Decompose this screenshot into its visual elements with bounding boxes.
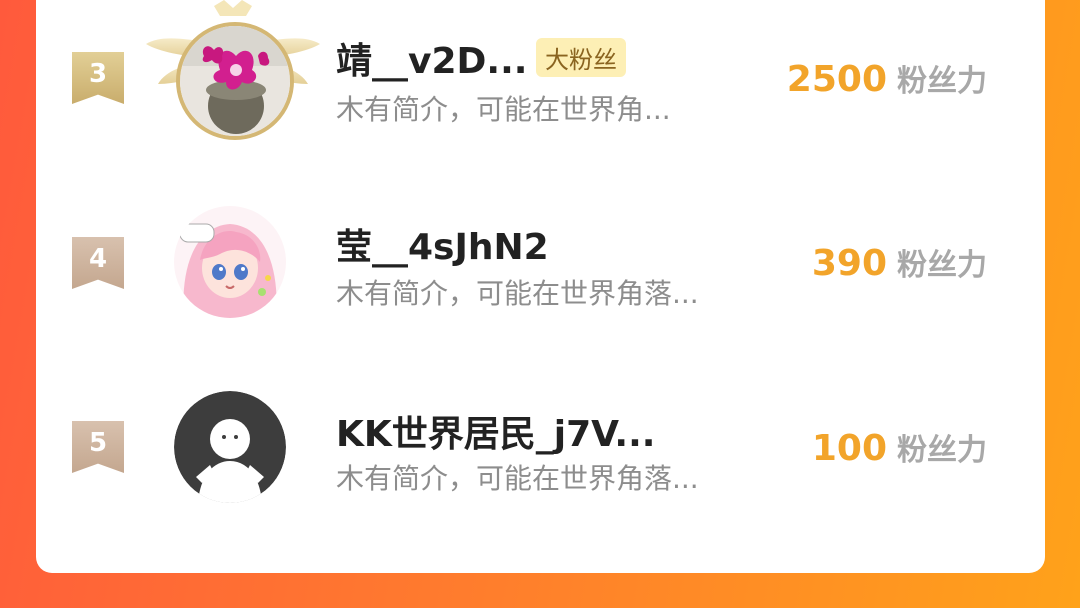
rank-number: 5 <box>88 428 108 458</box>
leaderboard-row-4[interactable]: 4 莹__4sJhN2 木有简介，可能在世界角落... 390 粉丝力 <box>36 180 1045 350</box>
score-unit: 粉丝力 <box>897 64 987 99</box>
user-bio: 木有简介，可能在世界角落... <box>336 462 699 495</box>
score-value: 2500 <box>786 59 887 100</box>
rank-badge-icon: 3 <box>72 52 124 104</box>
score-unit: 粉丝力 <box>897 433 987 468</box>
rank-number: 3 <box>88 59 108 89</box>
big-fan-badge: 大粉丝 <box>536 38 626 77</box>
user-bio: 木有简介，可能在世界角... <box>336 93 671 126</box>
anime-girl-avatar[interactable] <box>174 206 286 318</box>
fan-leaderboard-card: 3 靖__v2D... 大粉丝 木有简介，可能在世界角... 2500 粉丝力 … <box>36 0 1045 573</box>
default-user-avatar[interactable] <box>174 391 286 503</box>
score-unit: 粉丝力 <box>897 248 987 283</box>
rank-number: 4 <box>88 244 108 274</box>
leaderboard-row-3[interactable]: 3 靖__v2D... 大粉丝 木有简介，可能在世界角... 2500 粉丝力 <box>36 0 1045 170</box>
score-value: 390 <box>811 243 887 284</box>
rank-badge-icon: 5 <box>72 421 124 473</box>
orchid-photo-avatar[interactable] <box>176 22 294 140</box>
user-name[interactable]: KK世界居民_j7V... <box>336 405 655 457</box>
user-bio: 木有简介，可能在世界角落... <box>336 277 699 310</box>
score-value: 100 <box>811 428 887 469</box>
fan-power-score: 100 粉丝力 <box>812 425 987 469</box>
rank-badge-icon: 4 <box>72 237 124 289</box>
leaderboard-row-5[interactable]: 5 KK世界居民_j7V... 木有简介，可能在世界角落... 100 粉丝力 <box>36 365 1045 535</box>
user-name[interactable]: 莹__4sJhN2 <box>336 218 549 270</box>
user-name[interactable]: 靖__v2D... <box>336 32 527 84</box>
fan-power-score: 2500 粉丝力 <box>787 56 987 100</box>
fan-power-score: 390 粉丝力 <box>812 240 987 284</box>
